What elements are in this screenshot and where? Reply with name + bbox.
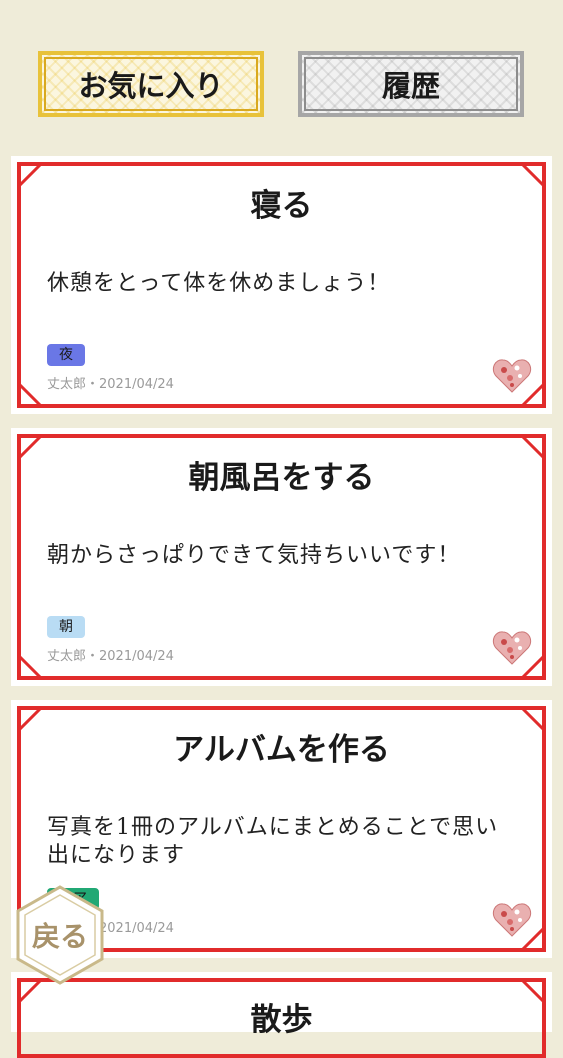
card-frame: 寝る 休憩をとって体を休めましょう！ 夜 丈太郎・2021/04/24 xyxy=(17,162,546,408)
corner-ornament-icon xyxy=(19,650,47,678)
card-frame: 朝風呂をする 朝からさっぱりできて気持ちいいです！ 朝 丈太郎・2021/04/… xyxy=(17,434,546,680)
back-button[interactable]: 戻る xyxy=(16,885,104,985)
favorite-heart-icon[interactable] xyxy=(492,358,532,394)
card-meta: 丈太郎・2021/04/24 xyxy=(47,377,174,392)
card-title: アルバムを作る xyxy=(173,732,390,768)
back-button-label: 戻る xyxy=(32,920,88,953)
corner-ornament-icon xyxy=(19,378,47,406)
favorite-heart-icon[interactable] xyxy=(492,902,532,938)
card-title: 寝る xyxy=(250,188,313,224)
tab-history[interactable]: 履歴 xyxy=(298,51,524,117)
card-description: 休憩をとって体を休めましょう！ xyxy=(47,271,391,296)
activity-card[interactable]: 朝風呂をする 朝からさっぱりできて気持ちいいです！ 朝 丈太郎・2021/04/… xyxy=(11,428,552,686)
card-description: 朝からさっぱりできて気持ちいいです！ xyxy=(47,543,461,568)
card-title: 散歩 xyxy=(250,1002,313,1038)
card-frame: 散歩 xyxy=(17,978,546,1058)
time-tag: 夜 xyxy=(47,344,85,366)
favorite-heart-icon[interactable] xyxy=(492,630,532,666)
time-tag: 朝 xyxy=(47,616,85,638)
card-title: 朝風呂をする xyxy=(188,460,375,496)
card-description: 写真を1冊のアルバムにまとめることで思い出になります xyxy=(47,815,499,868)
card-meta: 丈太郎・2021/04/24 xyxy=(47,649,174,664)
tab-favorites[interactable]: お気に入り xyxy=(38,51,264,117)
activity-card[interactable]: 寝る 休憩をとって体を休めましょう！ 夜 丈太郎・2021/04/24 xyxy=(11,156,552,414)
